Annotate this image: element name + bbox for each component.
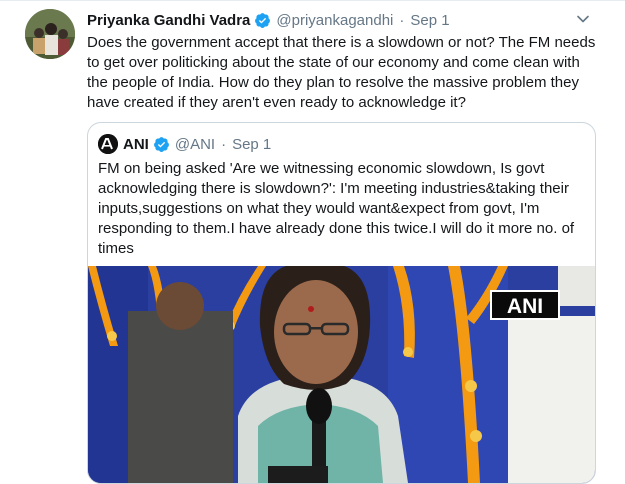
quoted-timestamp[interactable]: Sep 1: [232, 136, 271, 153]
separator-dot: ·: [221, 135, 227, 153]
quoted-tweet-media[interactable]: ANI: [88, 266, 595, 483]
tweet-divider: [0, 0, 625, 1]
verified-badge-icon: [254, 12, 271, 29]
chevron-down-icon[interactable]: [574, 10, 592, 28]
quoted-tweet-header: ANI @ANI · Sep 1: [98, 133, 271, 155]
tweet-timestamp[interactable]: Sep 1: [410, 12, 449, 29]
ani-logo-icon: [98, 134, 118, 154]
quoted-tweet-text: FM on being asked 'Are we witnessing eco…: [98, 160, 575, 257]
avatar-image: [25, 9, 75, 59]
quoted-avatar[interactable]: [98, 134, 118, 154]
quoted-author-name[interactable]: ANI: [123, 136, 149, 153]
verified-badge-icon: [153, 136, 170, 153]
press-conference-photo: ANI: [88, 266, 595, 483]
tweet-text: Does the government accept that there is…: [87, 34, 596, 111]
author-name[interactable]: Priyanka Gandhi Vadra: [87, 12, 250, 29]
tweet-header: Priyanka Gandhi Vadra @priyankagandhi · …: [87, 9, 450, 31]
quoted-author-handle[interactable]: @ANI: [175, 136, 215, 153]
separator-dot: ·: [399, 11, 405, 29]
ani-watermark: ANI: [507, 295, 543, 318]
author-handle[interactable]: @priyankagandhi: [276, 12, 393, 29]
avatar[interactable]: [25, 9, 75, 59]
quoted-tweet[interactable]: ANI @ANI · Sep 1 FM on being asked 'Are …: [87, 122, 596, 484]
